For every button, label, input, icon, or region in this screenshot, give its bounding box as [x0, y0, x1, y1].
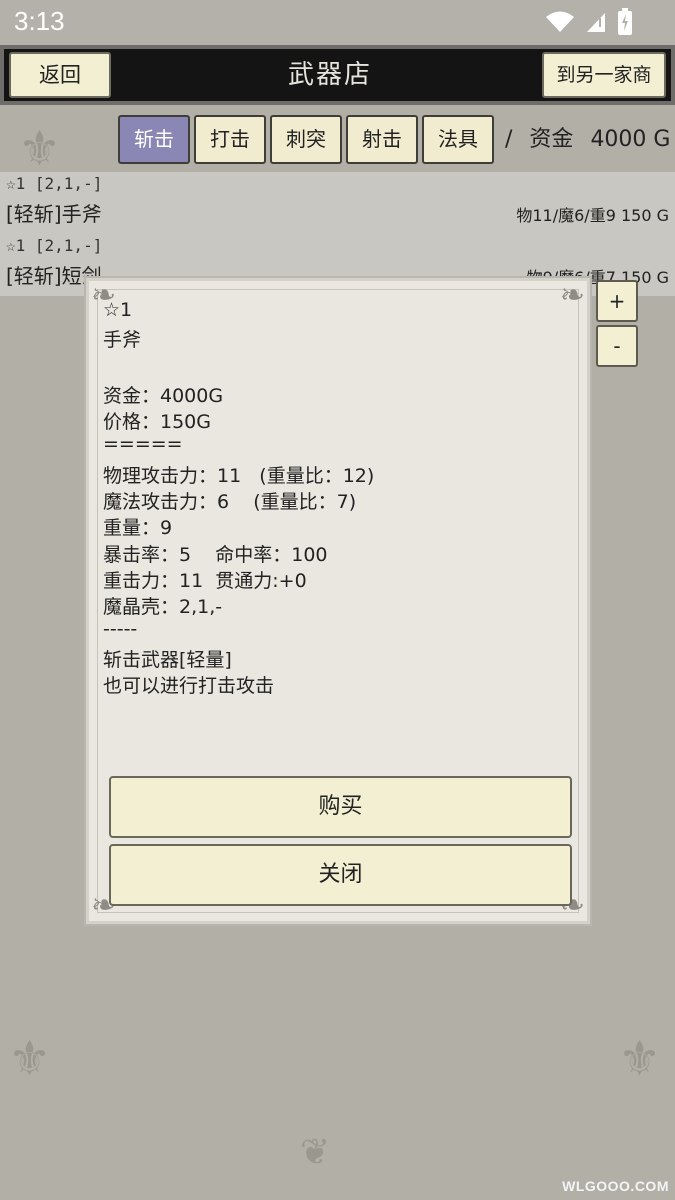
funds-amount: 4000 G — [590, 127, 671, 152]
item-rank: ☆1 [2,1,-] — [6, 174, 103, 193]
other-shop-button[interactable]: 到另一家商 — [542, 52, 666, 98]
fleur-ornament-icon: ⚜ — [8, 1031, 52, 1087]
fleur-ornament-icon: ⚜ — [18, 121, 62, 177]
tab-magic[interactable]: 法具 — [422, 115, 494, 164]
detail-price: 价格：150G — [103, 411, 211, 433]
clock: 3:13 — [14, 6, 65, 36]
item-detail-dialog: ❧ ❧ ❧ ❧ ☆1 手斧 资金：4000G 价格：150G ===== 物理攻… — [86, 278, 590, 924]
detail-separator: ===== — [103, 433, 183, 455]
detail-crit-hit: 暴击率：5 命中率：100 — [103, 544, 328, 566]
funds-display: / 资金 4000 G — [505, 118, 675, 162]
buy-button[interactable]: 购买 — [109, 776, 572, 838]
decrease-button[interactable]: - — [596, 325, 638, 367]
header-bar: 武器店 返回 到另一家商 — [0, 45, 675, 105]
signal-icon — [585, 10, 607, 38]
tab-pierce[interactable]: 刺突 — [270, 115, 342, 164]
fleur-ornament-icon: ⚜ — [618, 1031, 662, 1087]
detail-heavy-pierce: 重击力：11 贯通力:+0 — [103, 570, 307, 592]
detail-weight: 重量：9 — [103, 517, 173, 539]
funds-separator: / — [505, 127, 513, 152]
detail-separator: ----- — [103, 618, 138, 640]
back-button[interactable]: 返回 — [9, 52, 111, 98]
tab-blunt[interactable]: 打击 — [194, 115, 266, 164]
item-rank: ☆1 [2,1,-] — [6, 236, 103, 255]
wifi-icon — [545, 10, 575, 38]
detail-name: 手斧 — [103, 329, 142, 351]
page-title: 武器店 — [287, 60, 372, 90]
status-icons — [545, 8, 633, 40]
detail-funds: 资金：4000G — [103, 385, 224, 407]
funds-label: 资金 — [529, 127, 574, 152]
item-name: [轻斩]手斧 — [6, 202, 102, 226]
status-bar: 3:13 — [0, 0, 675, 45]
item-stats: 物11/魔6/重9 150 G — [516, 206, 669, 225]
tab-slash[interactable]: 斩击 — [118, 115, 190, 164]
tab-shoot[interactable]: 射击 — [346, 115, 418, 164]
list-item[interactable]: ☆1 [2,1,-] [轻斩]手斧 物11/魔6/重9 150 G — [0, 172, 675, 234]
detail-description: 也可以进行打击攻击 — [103, 675, 275, 697]
detail-rank: ☆1 — [103, 299, 133, 321]
close-button[interactable]: 关闭 — [109, 844, 572, 906]
scroll-ornament-icon: ❦ — [300, 1132, 331, 1173]
detail-phys-attack: 物理攻击力：11 (重量比：12) — [103, 465, 375, 487]
increase-button[interactable]: + — [596, 280, 638, 322]
detail-crystal: 魔晶壳：2,1,- — [103, 596, 223, 618]
watermark: WLGOOO.COM — [562, 1178, 669, 1194]
detail-magic-attack: 魔法攻击力：6 (重量比：7) — [103, 491, 357, 513]
battery-icon — [617, 8, 633, 40]
detail-description: 斩击武器[轻量] — [103, 649, 232, 671]
